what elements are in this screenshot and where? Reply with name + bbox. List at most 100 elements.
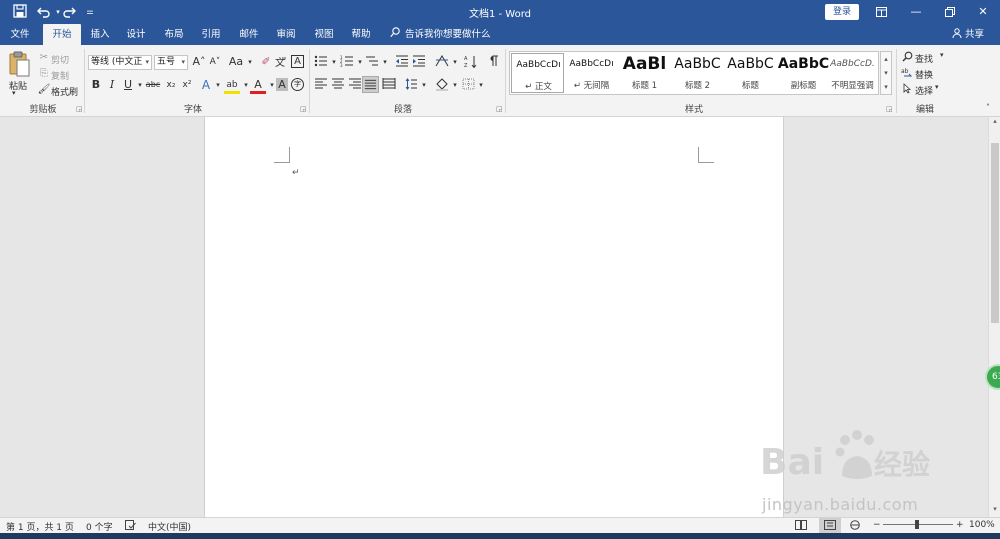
chevron-down-icon[interactable]: ▾ <box>473 78 489 92</box>
chevron-down-icon[interactable]: ▾ <box>447 55 463 69</box>
cut-icon[interactable]: ✂ <box>36 51 52 65</box>
style-subtle-emphasis[interactable]: AaBbCcD. 不明显强调 <box>826 53 879 93</box>
os-taskbar <box>0 533 1000 539</box>
justify-icon[interactable] <box>362 76 379 93</box>
print-layout-icon[interactable] <box>819 518 841 533</box>
clipboard-launcher-icon[interactable]: ◲ <box>76 105 84 113</box>
style-no-spacing[interactable]: AaBbCcDı ↵ 无间隔 <box>565 53 618 93</box>
style-title[interactable]: AaBbC 标题 <box>724 53 777 93</box>
tab-home[interactable]: 开始 <box>43 24 81 45</box>
read-mode-icon[interactable] <box>795 520 807 533</box>
subscript-icon[interactable]: x₂ <box>163 78 179 92</box>
increase-indent-icon[interactable] <box>411 55 427 69</box>
phonetic-guide-icon[interactable]: 文w <box>274 55 290 69</box>
distributed-icon[interactable] <box>381 78 397 92</box>
more-styles-icon[interactable]: ▾ <box>881 80 891 94</box>
style-heading-2[interactable]: AaBbC 标题 2 <box>671 53 724 93</box>
style-normal[interactable]: AaBbCcDı ↵ 正文 <box>511 53 564 93</box>
tab-view[interactable]: 视图 <box>307 24 341 45</box>
shrink-font-icon[interactable]: A˅ <box>207 55 223 69</box>
font-launcher-icon[interactable]: ◲ <box>300 105 308 113</box>
tab-references[interactable]: 引用 <box>194 24 228 45</box>
language-indicator[interactable]: 中文(中国) <box>148 520 191 533</box>
chevron-down-icon[interactable]: ▾ <box>377 55 393 69</box>
zoom-slider-thumb[interactable] <box>915 520 919 529</box>
scroll-down-icon[interactable]: ▾ <box>989 505 1000 513</box>
clear-formatting-icon[interactable]: ✐ <box>258 55 274 69</box>
character-shading-icon[interactable]: A <box>276 78 288 91</box>
replace-button[interactable]: 替换 <box>915 68 933 81</box>
document-page[interactable]: ↵ <box>204 117 784 517</box>
person-icon <box>952 28 965 40</box>
styles-gallery-scroll[interactable]: ▴ ▾ ▾ <box>880 51 892 95</box>
replace-icon[interactable]: ab <box>900 67 914 81</box>
format-painter-button[interactable]: 格式刷 <box>51 85 78 98</box>
tab-layout[interactable]: 布局 <box>157 24 191 45</box>
find-icon[interactable] <box>900 51 914 65</box>
enclose-characters-icon[interactable]: 字 <box>291 78 304 91</box>
login-button[interactable]: 登录 <box>825 4 859 20</box>
show-paragraph-marks-icon[interactable] <box>486 55 502 69</box>
align-left-icon[interactable] <box>313 78 329 92</box>
font-size-dropdown[interactable]: 五号 ▾ <box>154 55 188 70</box>
paste-dropdown-icon[interactable]: ▾ <box>12 89 16 97</box>
tab-review[interactable]: 审阅 <box>269 24 303 45</box>
chevron-up-icon[interactable]: ▴ <box>881 52 891 66</box>
tab-design[interactable]: 设计 <box>119 24 153 45</box>
close-button[interactable]: ✕ <box>966 0 1000 24</box>
chevron-down-icon[interactable]: ▾ <box>935 83 939 91</box>
share-button[interactable]: 共享 <box>952 24 984 45</box>
grow-font-icon[interactable]: A˄ <box>191 55 207 69</box>
share-label: 共享 <box>965 29 985 40</box>
tab-insert[interactable]: 插入 <box>83 24 117 45</box>
web-layout-icon[interactable] <box>849 520 861 533</box>
zoom-in-button[interactable]: + <box>956 520 964 530</box>
zoom-out-button[interactable]: − <box>873 520 881 530</box>
vertical-scrollbar[interactable]: ▴ ▾ <box>988 117 1000 517</box>
margin-corner-top-right <box>698 147 714 163</box>
zoom-level[interactable]: 100% <box>969 520 995 530</box>
font-name-dropdown[interactable]: 等线 (中文正 ▾ <box>88 55 152 70</box>
decrease-indent-icon[interactable] <box>394 55 410 69</box>
chevron-down-icon[interactable]: ▾ <box>242 55 258 69</box>
paste-icon[interactable] <box>6 50 32 80</box>
chevron-down-icon[interactable]: ▾ <box>940 51 944 59</box>
find-button[interactable]: 查找 <box>915 52 933 65</box>
copy-button[interactable]: 复制 <box>51 69 69 82</box>
ribbon-display-options-icon[interactable] <box>864 0 898 24</box>
scrollbar-thumb[interactable] <box>991 143 999 323</box>
word-count[interactable]: 0 个字 <box>86 520 113 533</box>
scroll-up-icon[interactable]: ▴ <box>989 117 1000 125</box>
tab-file[interactable]: 文件 <box>3 24 37 45</box>
tab-mailings[interactable]: 邮件 <box>232 24 266 45</box>
select-cursor-icon[interactable] <box>900 83 914 97</box>
strikethrough-icon[interactable]: abc <box>144 78 162 92</box>
align-right-icon[interactable] <box>347 78 363 92</box>
collapse-ribbon-icon[interactable]: ˄ <box>980 101 996 115</box>
cut-button[interactable]: 剪切 <box>51 53 69 66</box>
styles-group-label: 样式 <box>684 105 703 115</box>
styles-gallery: AaBbCcDı ↵ 正文 AaBbCcDı ↵ 无间隔 AaBl 标题 1 A… <box>509 51 879 95</box>
italic-icon[interactable]: I <box>104 78 120 92</box>
bold-icon[interactable]: B <box>88 78 104 92</box>
chevron-down-icon[interactable]: ▾ <box>881 66 891 80</box>
page-count[interactable]: 第 1 页，共 1 页 <box>6 520 74 533</box>
format-painter-icon[interactable]: 🖌 <box>36 83 52 97</box>
styles-launcher-icon[interactable]: ◲ <box>886 105 894 113</box>
sort-icon[interactable]: AZ <box>463 55 479 69</box>
copy-icon[interactable]: ⎘ <box>36 67 52 81</box>
superscript-icon[interactable]: x² <box>179 78 195 92</box>
tab-help[interactable]: 帮助 <box>344 24 378 45</box>
chevron-down-icon[interactable]: ▾ <box>416 78 432 92</box>
paragraph-launcher-icon[interactable]: ◲ <box>496 105 504 113</box>
align-center-icon[interactable] <box>330 78 346 92</box>
style-subtitle[interactable]: AaBbC 副标题 <box>777 53 830 93</box>
proofing-icon[interactable] <box>125 520 136 533</box>
restore-button[interactable] <box>933 0 967 24</box>
minimize-button[interactable]: — <box>899 0 933 24</box>
character-border-icon[interactable]: A <box>291 55 304 68</box>
style-heading-1[interactable]: AaBl 标题 1 <box>618 53 671 93</box>
style-name: 标题 2 <box>684 81 711 91</box>
tell-me-search[interactable]: 告诉我你想要做什么 <box>390 24 491 45</box>
select-button[interactable]: 选择 <box>915 84 933 97</box>
